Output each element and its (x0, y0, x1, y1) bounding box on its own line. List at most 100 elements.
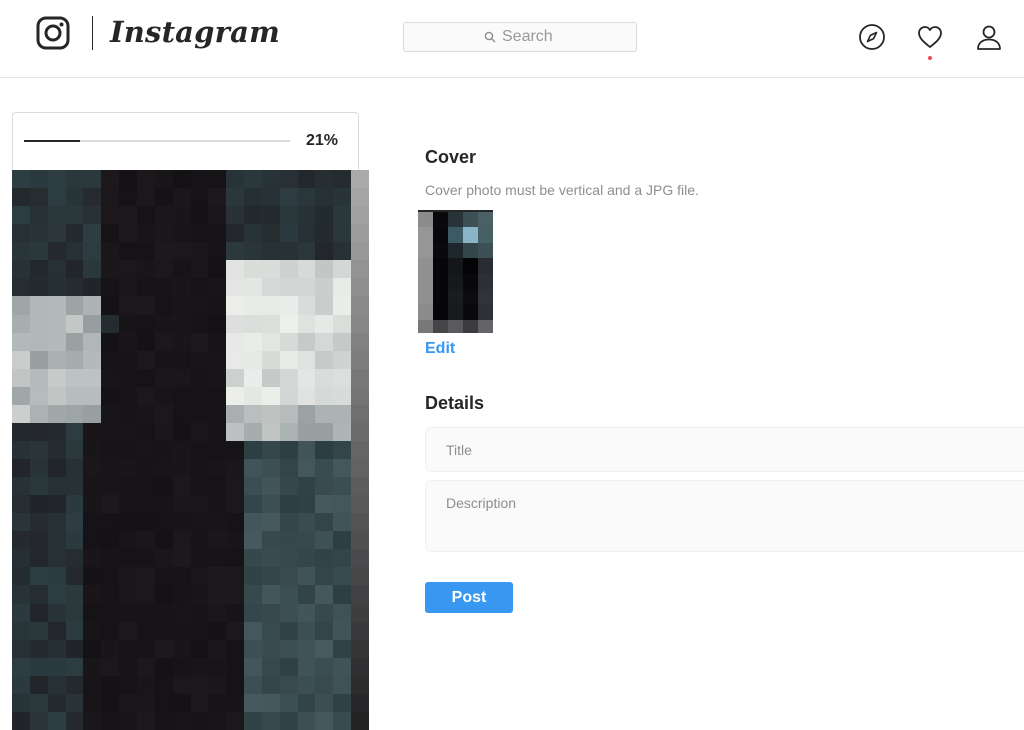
video-frame-pixel (315, 585, 334, 604)
video-frame-pixel (351, 188, 369, 207)
cover-note: Cover photo must be vertical and a JPG f… (425, 182, 699, 198)
video-frame-pixel (333, 693, 352, 712)
video-frame-pixel (47, 621, 66, 640)
video-frame-pixel (119, 513, 137, 532)
video-frame-pixel (101, 296, 120, 315)
video-frame-pixel (172, 711, 191, 730)
video-frame-pixel (119, 585, 137, 604)
video-frame-pixel (190, 675, 209, 694)
video-frame-pixel (136, 332, 155, 351)
video-frame-pixel (261, 170, 280, 189)
video-frame-pixel (351, 332, 369, 351)
video-frame-pixel (315, 224, 334, 243)
video-frame-pixel (47, 657, 66, 676)
video-frame-pixel (208, 224, 227, 243)
video-frame-pixel (190, 585, 209, 604)
video-frame-pixel (65, 422, 84, 441)
cover-thumbnail[interactable] (418, 210, 493, 333)
video-frame-pixel (65, 603, 84, 622)
video-frame-pixel (351, 440, 369, 460)
video-frame-pixel (244, 711, 262, 730)
video-frame-pixel (244, 513, 262, 532)
video-frame-pixel (154, 206, 173, 225)
video-frame-pixel (226, 296, 245, 315)
video-frame-pixel (333, 404, 352, 423)
title-field[interactable] (425, 427, 1024, 472)
video-frame-pixel (315, 639, 334, 658)
video-frame-pixel (333, 224, 352, 243)
video-frame-pixel (244, 422, 262, 441)
video-frame-pixel (83, 657, 102, 676)
video-frame-pixel (136, 440, 155, 460)
video-frame-pixel (65, 242, 84, 261)
video-frame-pixel (279, 603, 298, 622)
video-frame-pixel (136, 278, 155, 297)
video-frame-pixel (244, 675, 262, 694)
video-frame-pixel (119, 639, 137, 658)
edit-cover-link[interactable]: Edit (425, 340, 455, 358)
video-frame-pixel (119, 332, 137, 351)
video-frame-pixel (244, 404, 262, 423)
video-frame-pixel (333, 549, 352, 568)
video-frame-pixel (136, 585, 155, 604)
video-frame-pixel (208, 440, 227, 460)
thumbnail-pixel (418, 273, 433, 289)
video-frame-pixel (244, 206, 262, 225)
video-frame-pixel (315, 206, 334, 225)
video-frame-pixel (47, 585, 66, 604)
video-frame-pixel (29, 639, 48, 658)
video-frame-pixel (119, 206, 137, 225)
description-field[interactable] (425, 480, 1024, 552)
instagram-camera-icon[interactable] (36, 16, 70, 50)
video-frame-pixel (208, 549, 227, 568)
video-frame-pixel (297, 495, 316, 514)
thumbnail-pixel (448, 304, 463, 320)
video-frame-pixel (101, 188, 120, 207)
video-frame-pixel (172, 314, 191, 333)
video-frame-pixel (190, 206, 209, 225)
video-frame-pixel (226, 711, 245, 730)
video-frame-pixel (351, 567, 369, 586)
video-frame-pixel (297, 314, 316, 333)
video-frame-pixel (172, 495, 191, 514)
video-frame-pixel (65, 260, 84, 279)
video-frame-pixel (351, 404, 369, 423)
video-frame-pixel (172, 278, 191, 297)
video-frame-pixel (333, 621, 352, 640)
video-frame-pixel (244, 278, 262, 297)
video-frame-pixel (261, 260, 280, 279)
video-frame-pixel (101, 567, 120, 586)
video-frame-pixel (172, 170, 191, 189)
video-frame-pixel (297, 711, 316, 730)
video-frame-pixel (297, 567, 316, 586)
post-button[interactable]: Post (425, 582, 513, 613)
video-frame-pixel (154, 585, 173, 604)
video-frame-pixel (351, 585, 369, 604)
video-frame-pixel (83, 404, 102, 423)
video-frame-pixel (261, 459, 280, 478)
video-frame-pixel (65, 224, 84, 243)
video-frame-pixel (119, 477, 137, 496)
video-frame-pixel (83, 368, 102, 387)
video-frame-pixel (208, 260, 227, 279)
thumbnail-pixel (433, 227, 448, 243)
video-frame-pixel (136, 531, 155, 550)
video-frame-pixel (29, 260, 48, 279)
video-frame-pixel (261, 477, 280, 496)
video-frame-pixel (119, 422, 137, 441)
instagram-wordmark[interactable]: Instagram (110, 12, 280, 52)
video-frame-pixel (261, 567, 280, 586)
video-frame-pixel (83, 260, 102, 279)
video-frame-pixel (244, 386, 262, 405)
video-frame-pixel (65, 531, 84, 550)
video-frame-pixel (279, 404, 298, 423)
video-frame-pixel (12, 621, 30, 640)
video-frame-pixel (29, 440, 48, 460)
video-frame-pixel (208, 495, 227, 514)
video-frame-pixel (351, 422, 369, 441)
video-frame-pixel (172, 603, 191, 622)
video-frame-pixel (226, 477, 245, 496)
video-frame-pixel (297, 422, 316, 441)
video-frame-pixel (12, 188, 30, 207)
video-frame-pixel (297, 368, 316, 387)
